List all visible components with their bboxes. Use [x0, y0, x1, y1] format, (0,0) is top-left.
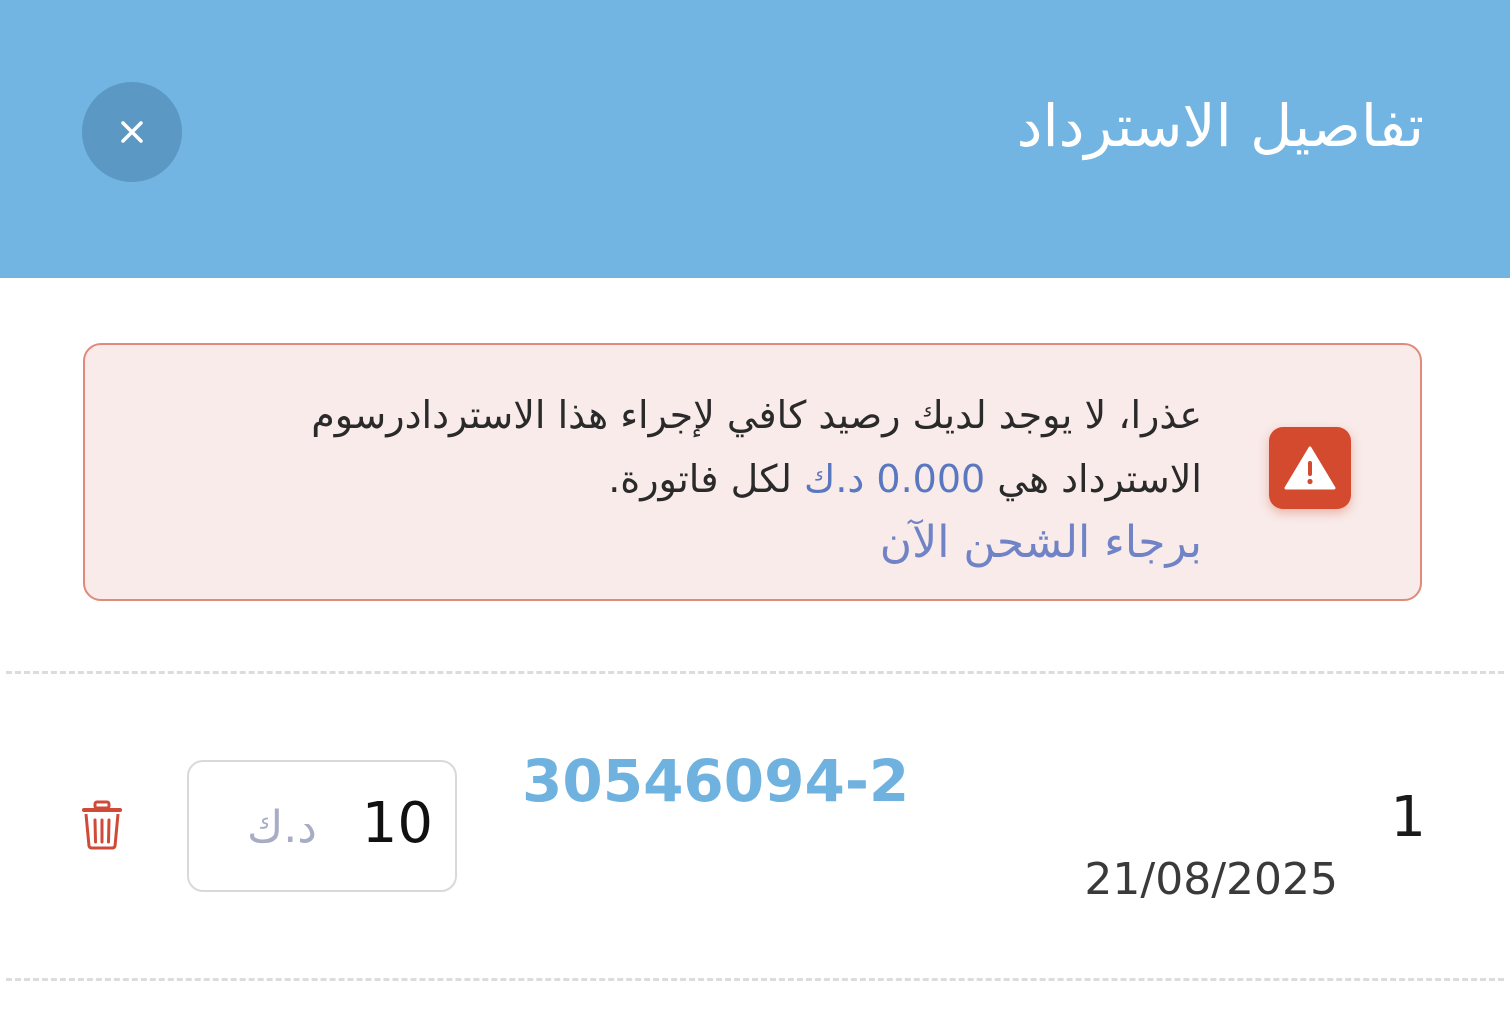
- dialog-title: تفاصيل الاسترداد: [1016, 92, 1424, 160]
- warning-badge: [1269, 427, 1351, 509]
- delete-item-button[interactable]: [80, 800, 124, 850]
- alert-message-line2: الاسترداد هي 0.000 د.ك لكل فاتورة.: [132, 447, 1202, 511]
- alert-fee-prefix: الاسترداد هي: [985, 457, 1202, 501]
- alert-message: عذرا، لا يوجد لديك رصيد كافي لإجراء هذا …: [132, 383, 1202, 576]
- close-icon: [121, 121, 143, 143]
- refund-amount-field[interactable]: 10 د.ك: [187, 760, 457, 892]
- trash-icon: [82, 800, 122, 850]
- invoice-date: 21/08/2025: [1084, 854, 1338, 905]
- divider: [6, 671, 1504, 674]
- alert-message-line1: عذرا، لا يوجد لديك رصيد كافي لإجراء هذا …: [311, 393, 1202, 437]
- divider: [6, 978, 1504, 981]
- close-button[interactable]: [82, 82, 182, 182]
- warning-icon: [1284, 446, 1336, 490]
- alert-fee-suffix: لكل فاتورة.: [608, 457, 805, 501]
- recharge-now-link[interactable]: برجاء الشحن الآن: [880, 511, 1202, 575]
- insufficient-balance-alert: عذرا، لا يوجد لديك رصيد كافي لإجراء هذا …: [83, 343, 1422, 601]
- invoice-number-link[interactable]: 30546094-2: [522, 749, 909, 814]
- refund-fee-amount: 0.000 د.ك: [804, 457, 986, 501]
- dialog-header: تفاصيل الاسترداد: [0, 0, 1510, 278]
- refund-amount-value: 10: [361, 791, 433, 856]
- row-index: 1: [1390, 785, 1426, 850]
- currency-label: د.ك: [247, 802, 317, 853]
